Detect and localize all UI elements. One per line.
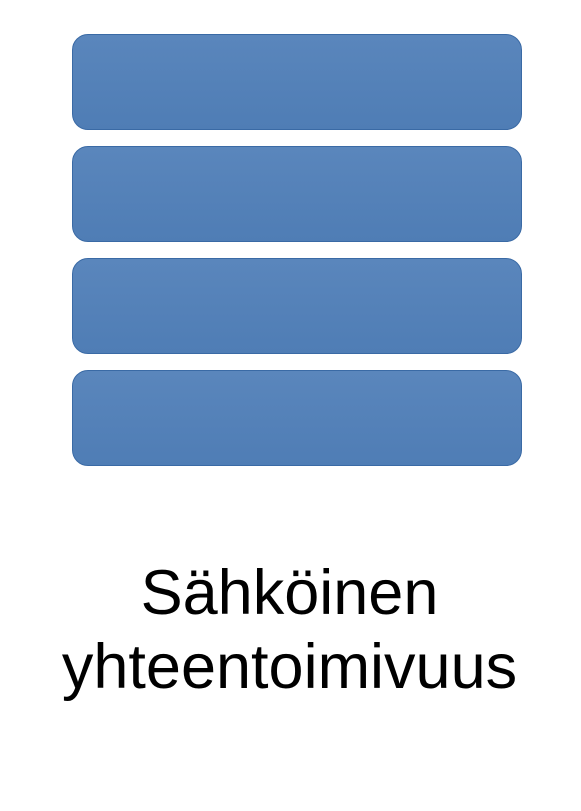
diagram-caption: Sähköinen yhteentoimivuus xyxy=(12,556,567,705)
bar-4 xyxy=(72,370,522,466)
bar-2 xyxy=(72,146,522,242)
caption-line-1: Sähköinen xyxy=(141,558,439,628)
bars-stack xyxy=(72,34,522,466)
bar-3 xyxy=(72,258,522,354)
bar-1 xyxy=(72,34,522,130)
caption-line-2: yhteentoimivuus xyxy=(62,632,517,702)
